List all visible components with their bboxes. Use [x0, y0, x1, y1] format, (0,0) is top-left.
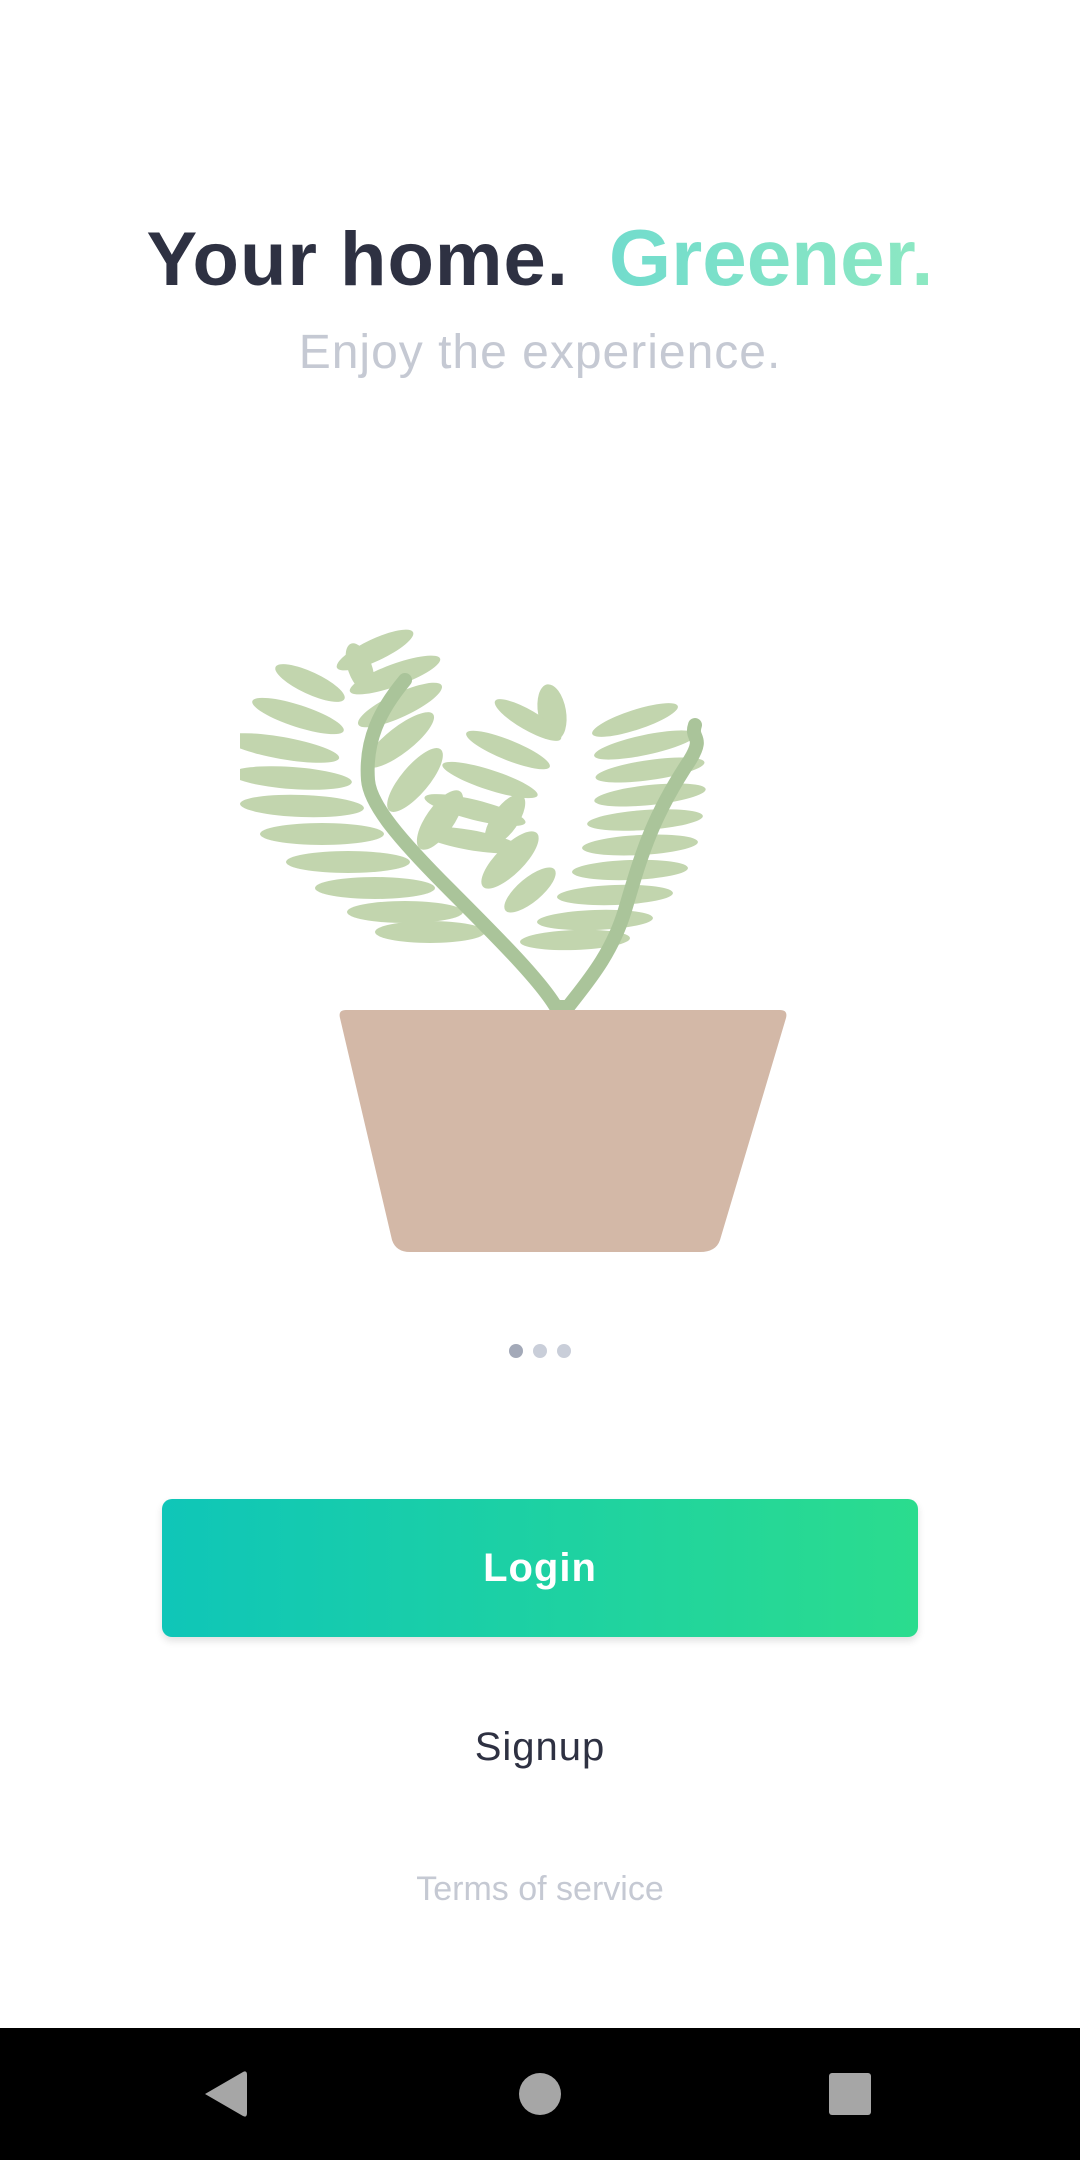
back-triangle-icon [205, 2071, 247, 2117]
login-button[interactable]: Login [162, 1499, 918, 1637]
terms-of-service-link[interactable]: Terms of service [0, 1870, 1080, 1909]
back-button[interactable] [145, 2028, 305, 2160]
page-indicator [0, 1344, 1080, 1358]
recents-button[interactable] [770, 2028, 930, 2160]
signup-link[interactable]: Signup [0, 1725, 1080, 1770]
plant-pot [339, 1010, 787, 1252]
plant-svg [224, 629, 787, 1252]
page-dot-2 [533, 1344, 547, 1358]
potted-plant-illustration [224, 620, 820, 1270]
headline-your-home: Your home. [146, 217, 569, 302]
system-navigation-bar [0, 2028, 1080, 2160]
onboarding-screen: Your home. Greener. Enjoy the experience. [0, 0, 1080, 2160]
recents-square-icon [829, 2073, 871, 2115]
home-button[interactable] [460, 2028, 620, 2160]
page-dot-3 [557, 1344, 571, 1358]
subtitle: Enjoy the experience. [298, 326, 782, 379]
headline: Your home. Greener. [0, 212, 1080, 304]
headline-greener: Greener. [608, 213, 934, 302]
page-dot-1-active [509, 1344, 523, 1358]
home-circle-icon [519, 2073, 561, 2115]
